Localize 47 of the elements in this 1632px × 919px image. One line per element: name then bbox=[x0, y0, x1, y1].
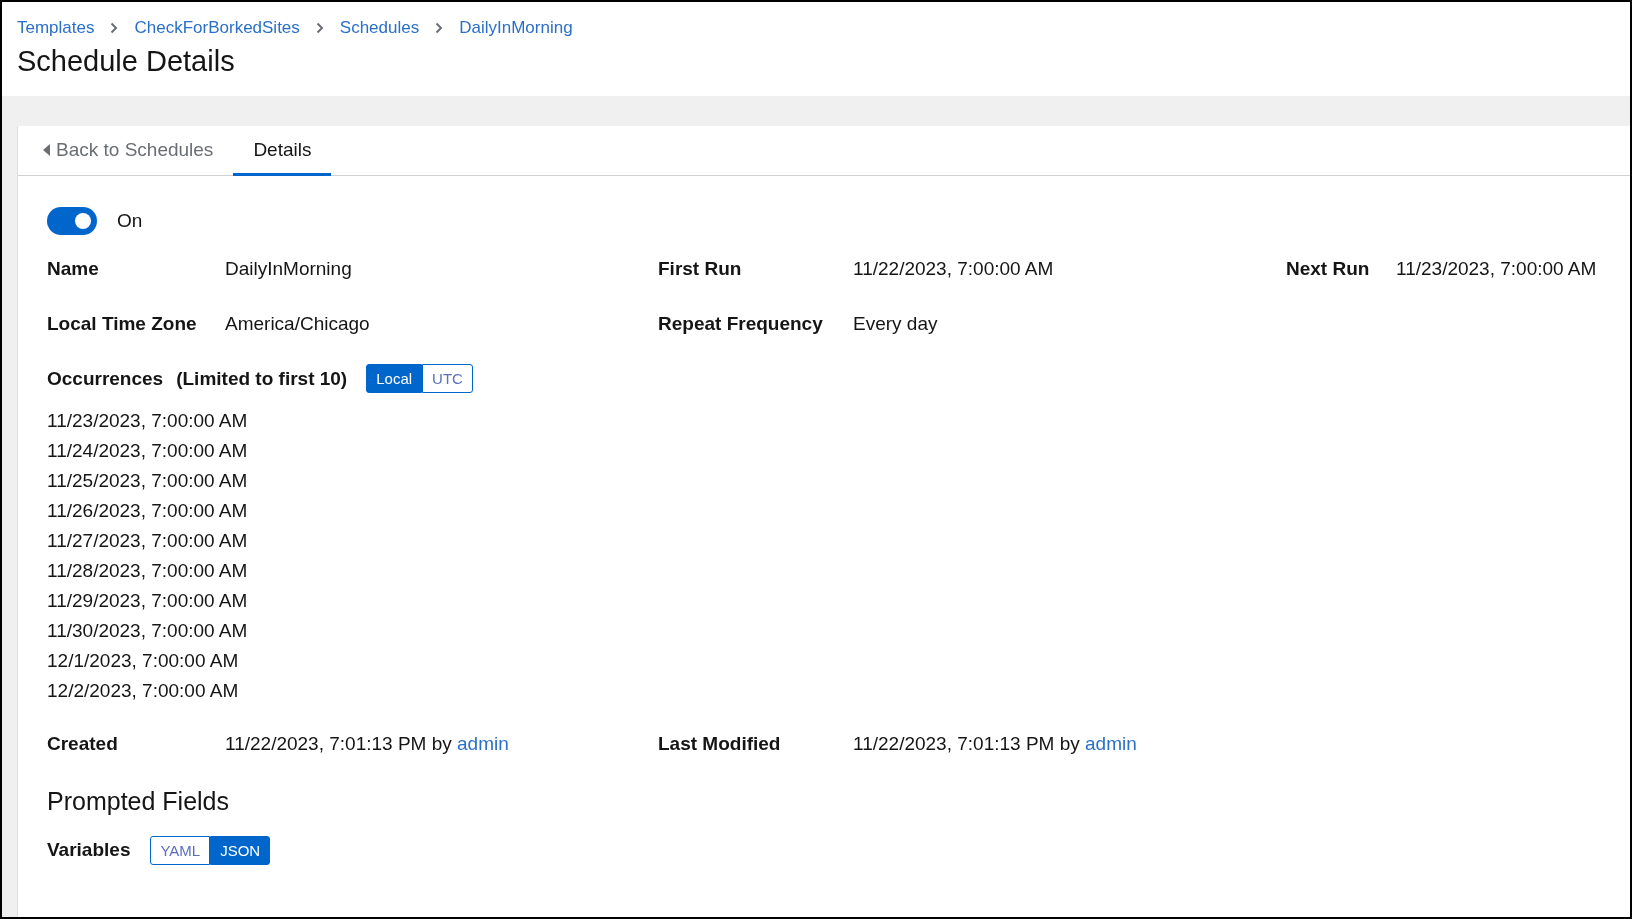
detail-value: 11/22/2023, 7:01:13 PM by bbox=[853, 732, 1080, 754]
occurrence-date: 11/24/2023, 7:00:00 AM bbox=[47, 439, 249, 463]
chevron-right-icon bbox=[315, 22, 324, 34]
occurrence-date: 11/25/2023, 7:00:00 AM bbox=[47, 469, 249, 493]
detail-label: Next Run bbox=[1286, 257, 1371, 280]
tab[interactable]: Details bbox=[233, 126, 332, 176]
detail-label: Name bbox=[47, 257, 100, 280]
occurrence-date: 11/30/2023, 7:00:00 AM bbox=[47, 619, 249, 643]
detail-label: Created bbox=[47, 732, 119, 755]
section-heading: Prompted Fields bbox=[47, 786, 231, 817]
breadcrumb-link[interactable]: Schedules bbox=[339, 18, 420, 38]
chevron-right-icon bbox=[435, 22, 444, 34]
occurrence-date: 11/26/2023, 7:00:00 AM bbox=[47, 499, 249, 523]
page-title: Schedule Details bbox=[17, 45, 236, 78]
toggle-option[interactable]: UTC bbox=[422, 364, 473, 393]
occurrence-date: 11/29/2023, 7:00:00 AM bbox=[47, 589, 249, 613]
variables-label: Variables bbox=[47, 839, 131, 861]
occurrence-date: 12/2/2023, 7:00:00 AM bbox=[47, 679, 240, 703]
toggle-switch[interactable] bbox=[47, 207, 97, 235]
detail-value: 11/23/2023, 7:00:00 AM bbox=[1396, 257, 1598, 280]
toggle-option[interactable]: JSON bbox=[210, 835, 271, 865]
caret-left-icon bbox=[43, 143, 50, 156]
occurrences-note: (Limited to first 10) bbox=[176, 367, 348, 390]
occurrence-date: 12/1/2023, 7:00:00 AM bbox=[47, 649, 240, 673]
detail-value: 11/22/2023, 7:01:13 PM by bbox=[225, 732, 452, 754]
back-tab[interactable]: Back to Schedules bbox=[43, 126, 234, 176]
detail-value: Every day bbox=[853, 312, 939, 335]
detail-label: Last Modified bbox=[658, 732, 782, 755]
detail-value: America/Chicago bbox=[225, 312, 371, 335]
chevron-right-icon bbox=[110, 22, 119, 34]
detail-value: DailyInMorning bbox=[225, 257, 353, 280]
detail-label: Local Time Zone bbox=[47, 312, 198, 335]
breadcrumb-link[interactable]: Templates bbox=[17, 18, 95, 38]
toggle-option[interactable]: Local bbox=[366, 364, 423, 393]
occurrence-date: 11/28/2023, 7:00:00 AM bbox=[47, 559, 249, 583]
occurrence-date: 11/27/2023, 7:00:00 AM bbox=[47, 529, 249, 553]
occurrences-label: Occurrences bbox=[47, 367, 164, 390]
breadcrumb-link[interactable]: DailyInMorning bbox=[459, 18, 573, 38]
detail-label: First Run bbox=[658, 257, 743, 280]
user-link[interactable]: admin bbox=[457, 732, 509, 754]
occurrence-date: 11/23/2023, 7:00:00 AM bbox=[47, 409, 249, 433]
detail-label: Repeat Frequency bbox=[658, 312, 824, 335]
detail-value: 11/22/2023, 7:00:00 AM bbox=[853, 257, 1055, 280]
toggle-label: On bbox=[117, 210, 143, 232]
breadcrumb-link[interactable]: CheckForBorkedSites bbox=[134, 18, 300, 38]
toggle-option[interactable]: YAML bbox=[150, 835, 211, 865]
user-link[interactable]: admin bbox=[1085, 732, 1137, 754]
